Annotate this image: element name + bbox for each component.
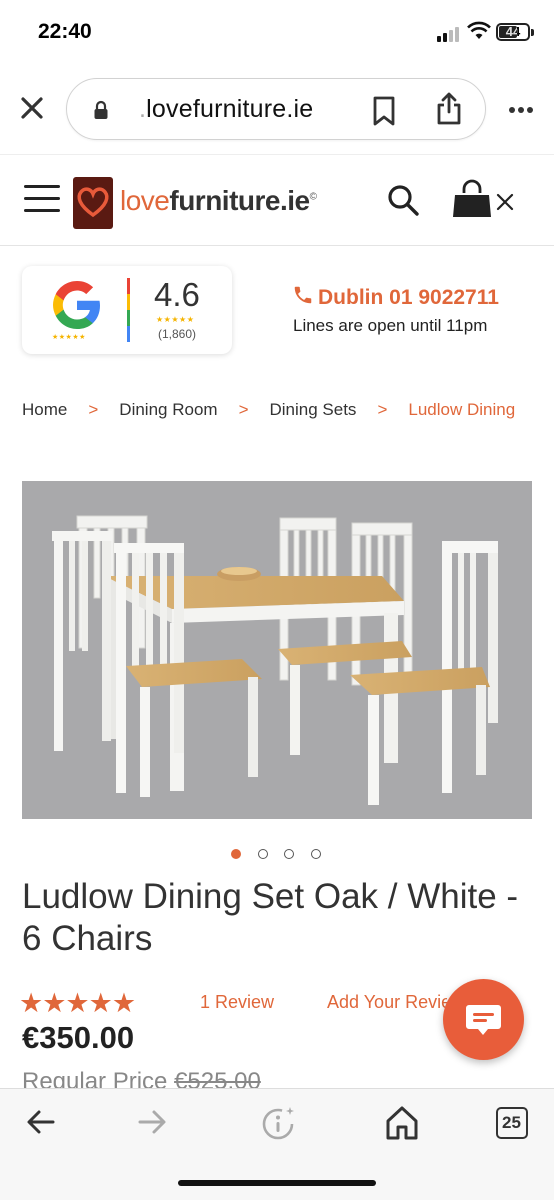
google-rating-badge[interactable]: ★★★★★ 4.6 ★★★★★ (1,860) <box>22 266 232 354</box>
menu-icon[interactable] <box>24 185 62 215</box>
tabs-icon[interactable]: 25 <box>496 1107 528 1139</box>
logo-text[interactable]: lovefurniture.ie© <box>120 185 317 217</box>
logo-mark[interactable] <box>73 177 113 229</box>
status-time: 22:40 <box>38 20 92 43</box>
home-indicator <box>178 1180 376 1186</box>
phone-number: Dublin 01 9022711 <box>318 286 499 309</box>
share-icon[interactable] <box>434 91 464 127</box>
carousel-dot[interactable] <box>311 849 321 859</box>
breadcrumb-dining-sets[interactable]: Dining Sets <box>270 400 357 420</box>
chevron-right-icon: > <box>88 400 99 419</box>
product-title: Ludlow Dining Set Oak / White - 6 Chairs <box>22 877 519 958</box>
breadcrumb: Home > Dining Room > Dining Sets > Ludlow Dini… <box>22 400 554 424</box>
home-icon[interactable] <box>385 1105 419 1141</box>
chevron-right-icon: > <box>377 400 388 419</box>
google-rating-score: 4.6 <box>154 276 200 313</box>
battery-level: 44 <box>505 24 521 39</box>
breadcrumb-dining-room[interactable]: Dining Room <box>119 400 217 420</box>
carousel-dot[interactable] <box>231 849 241 859</box>
phone-icon <box>294 286 312 304</box>
google-rating-stars: ★★★★★ <box>156 315 195 324</box>
old-price: €525.00 <box>174 1068 261 1088</box>
browser-bar: .lovefurniture.ie <box>0 64 554 154</box>
url-text: .lovefurniture.ie <box>139 95 314 123</box>
shopping-bag-icon[interactable] <box>452 179 518 219</box>
chat-button[interactable] <box>443 979 524 1060</box>
close-icon[interactable] <box>16 92 48 124</box>
back-arrow-icon[interactable] <box>26 1109 56 1135</box>
add-review-link[interactable]: Add Your Review <box>327 992 447 1013</box>
reviews-link[interactable]: 1 Review <box>200 992 274 1013</box>
google-rating-count: (1,860) <box>158 327 197 341</box>
breadcrumb-current: Ludlow Dining <box>408 400 516 419</box>
status-bar: 22:40 44 <box>0 0 554 64</box>
breadcrumb-home[interactable]: Home <box>22 400 67 420</box>
opening-hours: Lines are open until 11pm <box>293 316 488 335</box>
signal-icon <box>437 24 463 42</box>
product-price: €350.00 <box>22 1020 135 1055</box>
carousel-dot[interactable] <box>258 849 268 859</box>
google-stars-small: ★★★★★ <box>52 334 86 341</box>
more-icon[interactable] <box>508 106 534 114</box>
tabs-count: 25 <box>502 1113 521 1132</box>
product-rating-stars: ★★★★★ <box>19 988 136 1018</box>
info-icon[interactable] <box>261 1105 297 1141</box>
product-image[interactable] <box>22 481 532 819</box>
chat-icon <box>466 1005 501 1035</box>
bookmark-icon[interactable] <box>369 95 399 127</box>
carousel-dot[interactable] <box>284 849 294 859</box>
divider <box>127 278 130 342</box>
chevron-right-icon: > <box>238 400 249 419</box>
phone-link[interactable]: Dublin 01 9022711 <box>292 284 499 310</box>
forward-arrow-icon[interactable] <box>137 1109 167 1135</box>
wifi-icon <box>467 21 491 39</box>
lock-icon <box>94 100 108 119</box>
search-icon[interactable] <box>386 183 420 217</box>
battery-icon: 44 <box>496 23 530 41</box>
url-field[interactable]: .lovefurniture.ie <box>66 78 486 140</box>
site-header: lovefurniture.ie© <box>0 154 554 246</box>
regular-price: Regular Price €525.00 <box>22 1068 261 1088</box>
google-logo-icon <box>53 281 100 329</box>
